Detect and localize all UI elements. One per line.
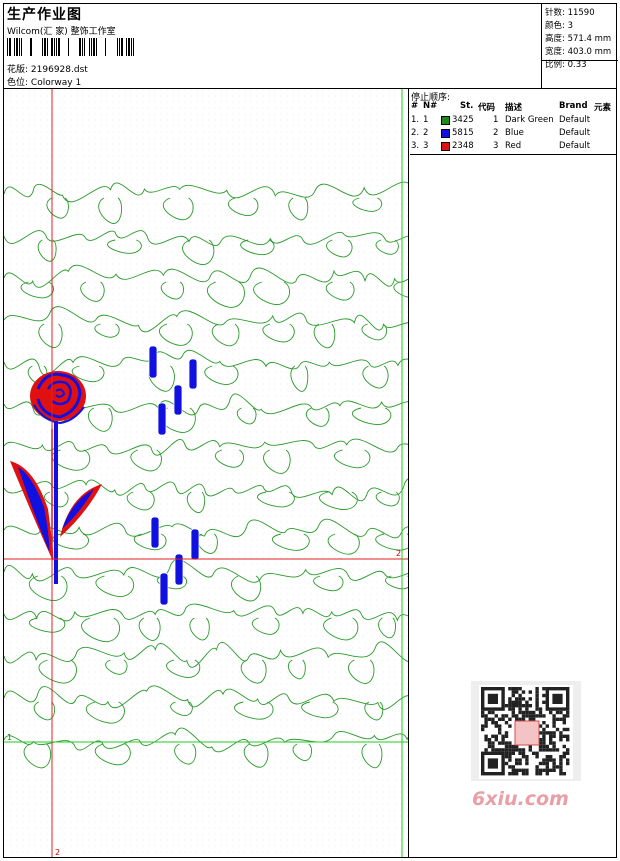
- table-row: 3. 3 2348 3 Red Default: [411, 141, 591, 151]
- green-guide-label: 1: [7, 733, 13, 742]
- panel-divider: [408, 88, 409, 858]
- color-swatch: [441, 142, 450, 151]
- table-bottom-rule: [410, 154, 617, 155]
- company-name: Wilcom(汇 家) 整饰工作室: [7, 27, 116, 37]
- barcode: [7, 38, 134, 56]
- page-title: 生产作业图: [7, 7, 82, 23]
- qr-code: [471, 681, 581, 781]
- table-header: # N# St. 代码 描述 Brand 元素: [411, 101, 612, 113]
- vertical-guide-label: 2: [55, 848, 61, 857]
- design-value: 2196928.dst: [30, 65, 88, 75]
- colorway-info: 色位: Colorway 1: [7, 75, 81, 88]
- horizontal-guide-label: 2: [396, 549, 402, 558]
- embroidery-preview: [4, 89, 408, 857]
- colorway-value: Colorway 1: [30, 78, 82, 88]
- stats-panel: 针数: 11590 颜色: 3 高度: 571.4 mm 宽度: 403.0 m…: [541, 3, 618, 88]
- colorway-label: 色位:: [7, 78, 29, 88]
- stat-height: 高度: 571.4 mm: [545, 34, 612, 44]
- stat-width: 宽度: 403.0 mm: [545, 47, 612, 57]
- stat-stitches: 针数: 11590: [545, 8, 595, 18]
- color-swatch: [441, 129, 450, 138]
- stat-colors: 颜色: 3: [545, 21, 573, 31]
- design-label: 花版:: [7, 65, 29, 75]
- table-row: 2. 2 5815 2 Blue Default: [411, 128, 591, 138]
- watermark-text: 6xiu.com: [472, 788, 569, 810]
- color-swatch: [441, 116, 450, 125]
- table-row: 1. 1 3425 1 Dark Green Default: [411, 115, 591, 125]
- design-file-info: 花版: 2196928.dst: [7, 62, 88, 75]
